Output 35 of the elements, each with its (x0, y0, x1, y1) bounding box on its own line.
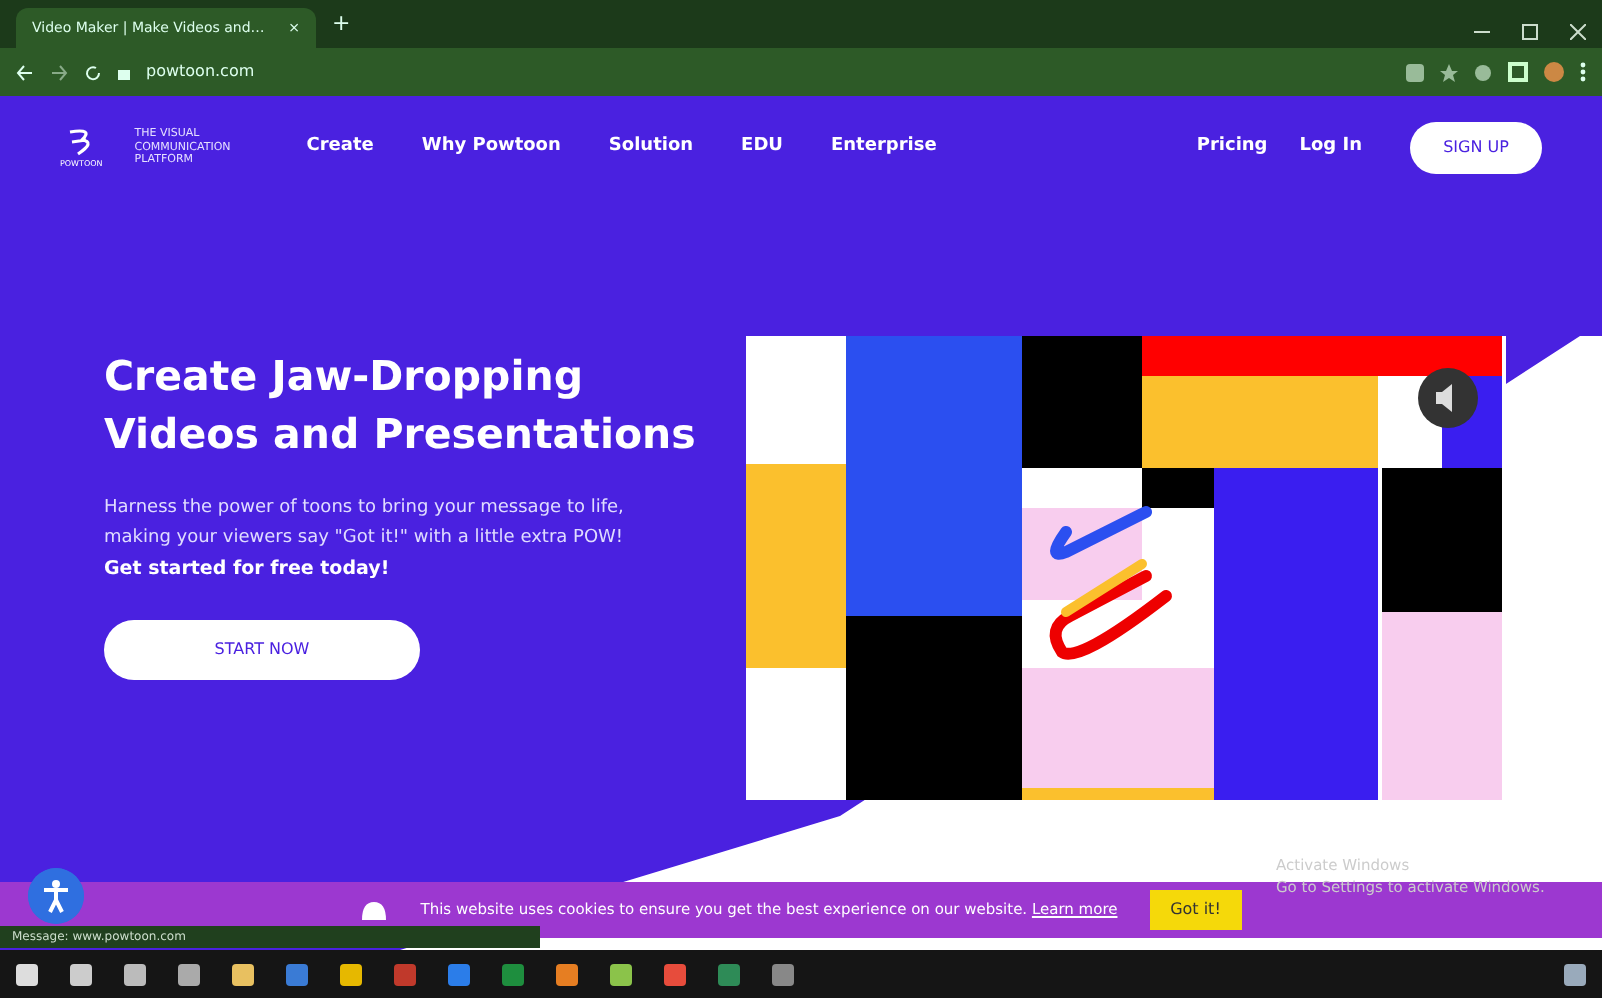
cookie-icon (360, 898, 389, 922)
nav-link[interactable]: EDU (741, 134, 783, 162)
star-icon[interactable] (1440, 63, 1458, 81)
hero-description: Harness the power of toons to bring your message to life, making your viewers say "Got it!" with a little extra POW! (104, 496, 626, 552)
address-bar[interactable]: powtoon.com (146, 60, 255, 84)
menu-icon[interactable] (1580, 62, 1586, 82)
taskbar-icon[interactable] (178, 963, 200, 985)
taskbar-icon[interactable] (70, 963, 92, 985)
hero-title: Create Jaw-Dropping Videos and Presentations (104, 350, 698, 462)
new-tab-button[interactable]: + (332, 7, 351, 40)
hero-subtitle: Get started for free today! (104, 556, 392, 585)
nav-link[interactable]: Create (306, 134, 374, 162)
nav-link[interactable]: Log In (1299, 134, 1362, 162)
taskbar-icon[interactable] (610, 963, 632, 985)
nav-link[interactable]: Solution (608, 134, 694, 162)
taskbar-icon[interactable] (232, 963, 254, 985)
reload-icon[interactable] (84, 63, 102, 81)
close-icon[interactable] (1570, 24, 1586, 40)
nav-link[interactable]: Enterprise (830, 134, 937, 162)
sign-up-button[interactable]: SIGN UP (1410, 122, 1542, 174)
profile-icon[interactable] (1544, 62, 1564, 82)
forward-icon[interactable] (50, 63, 68, 81)
taskbar-icon[interactable] (16, 963, 38, 985)
volume-button[interactable] (1418, 368, 1478, 428)
back-icon[interactable] (16, 63, 34, 81)
start-now-button[interactable]: START NOW (104, 620, 420, 681)
taskbar-icon[interactable] (556, 963, 578, 985)
got-it-button[interactable]: Got it! (1149, 890, 1242, 930)
taskbar-icon[interactable] (340, 963, 362, 985)
maximize-icon[interactable] (1522, 24, 1538, 40)
nav-link[interactable]: Pricing (1196, 134, 1268, 162)
accessibility-icon[interactable] (28, 868, 84, 924)
nav-link[interactable]: Why Powtoon (421, 134, 561, 162)
taskbar-icon[interactable] (124, 963, 146, 985)
extension-icon[interactable] (1406, 63, 1424, 81)
